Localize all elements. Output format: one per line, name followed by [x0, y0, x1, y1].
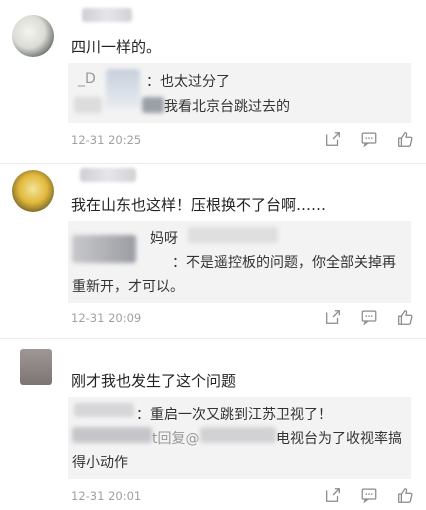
redacted-name — [188, 227, 278, 243]
avatar[interactable] — [12, 15, 54, 57]
reply-text: 得小动作 — [72, 455, 128, 471]
timestamp: 12-31 20:25 — [71, 133, 142, 147]
comment-icon[interactable] — [360, 486, 378, 504]
reply-text: ：也太过分了 — [146, 74, 230, 90]
redacted-name — [74, 97, 102, 113]
reply-text: 重新开，才可以。 — [72, 279, 184, 295]
comment-actions — [324, 486, 414, 504]
avatar[interactable] — [20, 349, 52, 385]
redacted-name — [72, 235, 136, 263]
redacted-name — [142, 97, 164, 113]
comment-item: 我在山东也这样！压根换不了台啊…… 妈呀 ：不是遥控板的问题，你全部关掉再 重新… — [0, 164, 426, 338]
reply-author[interactable]: t回复@ — [152, 428, 200, 448]
reply-author[interactable]: _D — [78, 71, 96, 87]
comment-text: 我在山东也这样！压根换不了台啊…… — [71, 196, 327, 214]
reply-text: ：重启一次又跳到江苏卫视了！ — [136, 407, 332, 423]
comment-item: 刚才我也发生了这个问题 ：重启一次又跳到江苏卫视了！ t回复@ 电视台为了收视率… — [0, 339, 426, 510]
username[interactable] — [82, 8, 132, 22]
comment-icon[interactable] — [360, 130, 378, 148]
share-icon[interactable] — [324, 308, 342, 326]
like-icon[interactable] — [396, 130, 414, 148]
redacted-name — [74, 403, 134, 417]
reply-box[interactable]: _D ：也太过分了 我看北京台跳过去的 — [68, 63, 411, 123]
reply-text: 电视台为了收视率搞 — [276, 431, 402, 447]
redacted-name — [200, 427, 276, 443]
timestamp: 12-31 20:09 — [71, 311, 142, 325]
like-icon[interactable] — [396, 308, 414, 326]
reply-text: 妈呀 — [150, 231, 178, 247]
reply-text: 我看北京台跳过去的 — [164, 99, 290, 115]
share-icon[interactable] — [324, 486, 342, 504]
avatar[interactable] — [12, 170, 54, 212]
timestamp: 12-31 20:01 — [71, 489, 142, 503]
redacted-name — [106, 69, 140, 109]
comment-text: 四川一样的。 — [71, 38, 162, 56]
reply-box[interactable]: 妈呀 ：不是遥控板的问题，你全部关掉再 重新开，才可以。 — [68, 221, 411, 303]
comment-actions — [324, 130, 414, 148]
redacted-name — [72, 427, 152, 443]
share-icon[interactable] — [324, 130, 342, 148]
comment-item: 四川一样的。 _D ：也太过分了 我看北京台跳过去的 12-31 20:25 — [0, 0, 426, 163]
reply-text: ：不是遥控板的问题，你全部关掉再 — [172, 255, 396, 271]
comment-text: 刚才我也发生了这个问题 — [71, 372, 237, 390]
comment-icon[interactable] — [360, 308, 378, 326]
comment-actions — [324, 308, 414, 326]
like-icon[interactable] — [396, 486, 414, 504]
username[interactable] — [80, 168, 136, 182]
reply-box[interactable]: ：重启一次又跳到江苏卫视了！ t回复@ 电视台为了收视率搞 得小动作 — [68, 397, 411, 479]
